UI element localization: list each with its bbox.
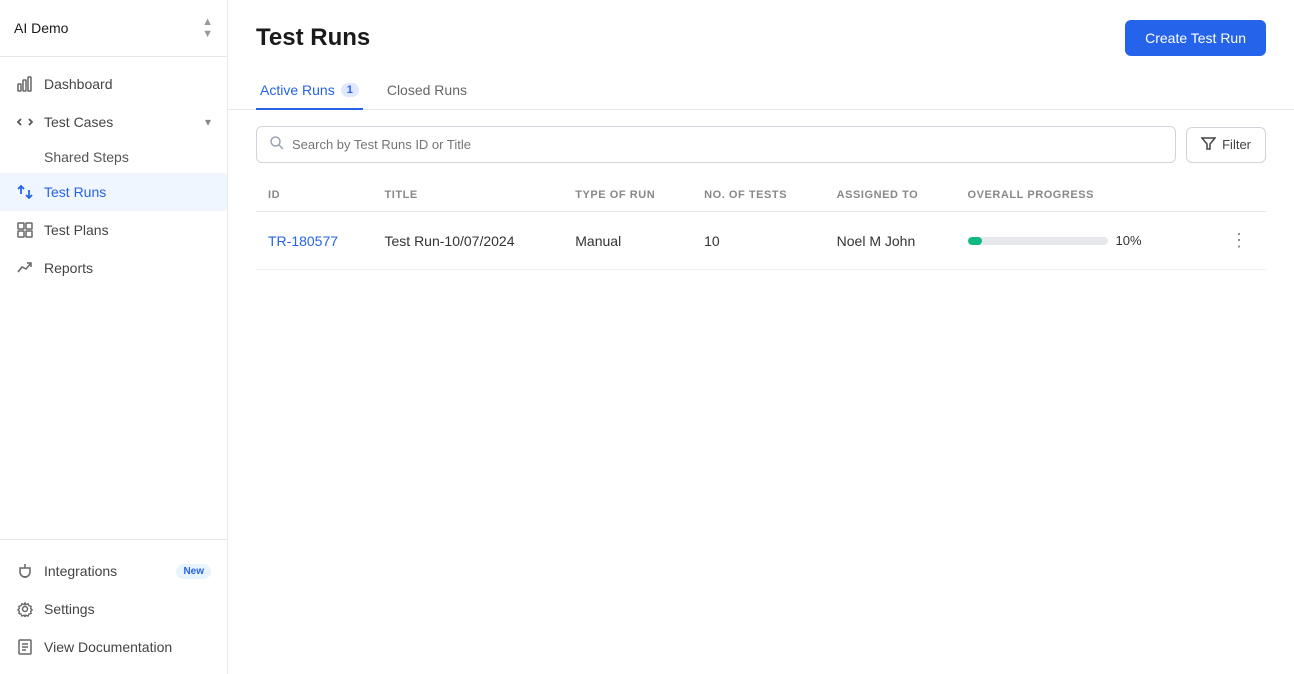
sidebar-item-settings-label: Settings bbox=[44, 601, 95, 617]
run-type: Manual bbox=[563, 212, 692, 270]
progress-bar-background bbox=[968, 237, 1108, 245]
progress-bar-fill bbox=[968, 237, 982, 245]
bar-chart-icon bbox=[16, 75, 34, 93]
sidebar: AI Demo ▲▼ Dashboard Test Cas bbox=[0, 0, 228, 674]
col-header-id: ID bbox=[256, 179, 373, 212]
sidebar-item-test-plans[interactable]: Test Plans bbox=[0, 211, 227, 249]
plug-icon bbox=[16, 562, 34, 580]
main-header: Test Runs Create Test Run bbox=[228, 0, 1294, 56]
progress-text: 10% bbox=[1116, 233, 1151, 248]
run-title: Test Run-10/07/2024 bbox=[373, 212, 564, 270]
col-header-progress: OVERALL PROGRESS bbox=[956, 179, 1213, 212]
sidebar-item-dashboard[interactable]: Dashboard bbox=[0, 65, 227, 103]
grid-icon bbox=[16, 221, 34, 239]
search-icon bbox=[269, 135, 284, 154]
expand-icon: ▾ bbox=[205, 115, 211, 129]
sidebar-item-dashboard-label: Dashboard bbox=[44, 76, 113, 92]
sidebar-item-shared-steps-label: Shared Steps bbox=[44, 149, 129, 165]
table-row: TR-180577 Test Run-10/07/2024 Manual 10 … bbox=[256, 212, 1266, 270]
tab-active-runs[interactable]: Active Runs 1 bbox=[256, 72, 363, 110]
search-input[interactable] bbox=[292, 137, 1163, 152]
sidebar-item-test-plans-label: Test Plans bbox=[44, 222, 109, 238]
arrows-icon bbox=[16, 183, 34, 201]
col-header-type: TYPE OF RUN bbox=[563, 179, 692, 212]
toolbar: Filter bbox=[228, 110, 1294, 179]
gear-icon bbox=[16, 600, 34, 618]
sidebar-item-integrations-label: Integrations bbox=[44, 563, 117, 579]
chart-icon bbox=[16, 259, 34, 277]
filter-icon bbox=[1201, 136, 1216, 154]
main-content: Test Runs Create Test Run Active Runs 1 … bbox=[228, 0, 1294, 674]
sidebar-item-shared-steps[interactable]: Shared Steps bbox=[0, 141, 227, 173]
col-header-title: TITLE bbox=[373, 179, 564, 212]
sidebar-item-test-runs[interactable]: Test Runs bbox=[0, 173, 227, 211]
doc-icon bbox=[16, 638, 34, 656]
sidebar-item-settings[interactable]: Settings bbox=[0, 590, 227, 628]
create-test-run-button[interactable]: Create Test Run bbox=[1125, 20, 1266, 56]
sidebar-item-test-cases-label: Test Cases bbox=[44, 114, 113, 130]
sidebar-item-view-documentation[interactable]: View Documentation bbox=[0, 628, 227, 666]
sidebar-nav: Dashboard Test Cases ▾ Shared Steps bbox=[0, 57, 227, 539]
run-progress: 10% bbox=[968, 233, 1201, 248]
run-id-link[interactable]: TR-180577 bbox=[268, 233, 338, 249]
run-assigned-to: Noel M John bbox=[825, 212, 956, 270]
filter-button-label: Filter bbox=[1222, 137, 1251, 152]
tab-active-runs-label: Active Runs bbox=[260, 82, 335, 98]
sidebar-item-test-cases[interactable]: Test Cases ▾ bbox=[0, 103, 227, 141]
sidebar-item-integrations[interactable]: Integrations New bbox=[0, 552, 227, 590]
tab-closed-runs[interactable]: Closed Runs bbox=[383, 72, 471, 110]
sidebar-item-reports-label: Reports bbox=[44, 260, 93, 276]
run-num-tests: 10 bbox=[692, 212, 825, 270]
active-runs-count-badge: 1 bbox=[341, 83, 359, 97]
filter-button[interactable]: Filter bbox=[1186, 127, 1266, 163]
sidebar-item-view-documentation-label: View Documentation bbox=[44, 639, 172, 655]
col-header-assigned-to: ASSIGNED TO bbox=[825, 179, 956, 212]
test-runs-table: ID TITLE TYPE OF RUN NO. OF TESTS ASSIGN… bbox=[256, 179, 1266, 270]
test-runs-table-container: ID TITLE TYPE OF RUN NO. OF TESTS ASSIGN… bbox=[228, 179, 1294, 674]
sidebar-item-test-runs-label: Test Runs bbox=[44, 184, 106, 200]
search-box[interactable] bbox=[256, 126, 1176, 163]
sidebar-bottom: Integrations New Settings View bbox=[0, 539, 227, 674]
col-header-num-tests: NO. OF TESTS bbox=[692, 179, 825, 212]
workspace-selector[interactable]: AI Demo ▲▼ bbox=[0, 0, 227, 57]
integrations-new-badge: New bbox=[176, 564, 211, 579]
chevron-code-icon bbox=[16, 113, 34, 131]
tab-closed-runs-label: Closed Runs bbox=[387, 82, 467, 98]
page-title: Test Runs bbox=[256, 24, 370, 52]
row-more-button[interactable]: ⋮ bbox=[1224, 226, 1254, 255]
tabs-bar: Active Runs 1 Closed Runs bbox=[228, 60, 1294, 110]
sidebar-item-reports[interactable]: Reports bbox=[0, 249, 227, 287]
workspace-name: AI Demo bbox=[14, 20, 68, 36]
workspace-chevron-icon: ▲▼ bbox=[202, 16, 213, 40]
